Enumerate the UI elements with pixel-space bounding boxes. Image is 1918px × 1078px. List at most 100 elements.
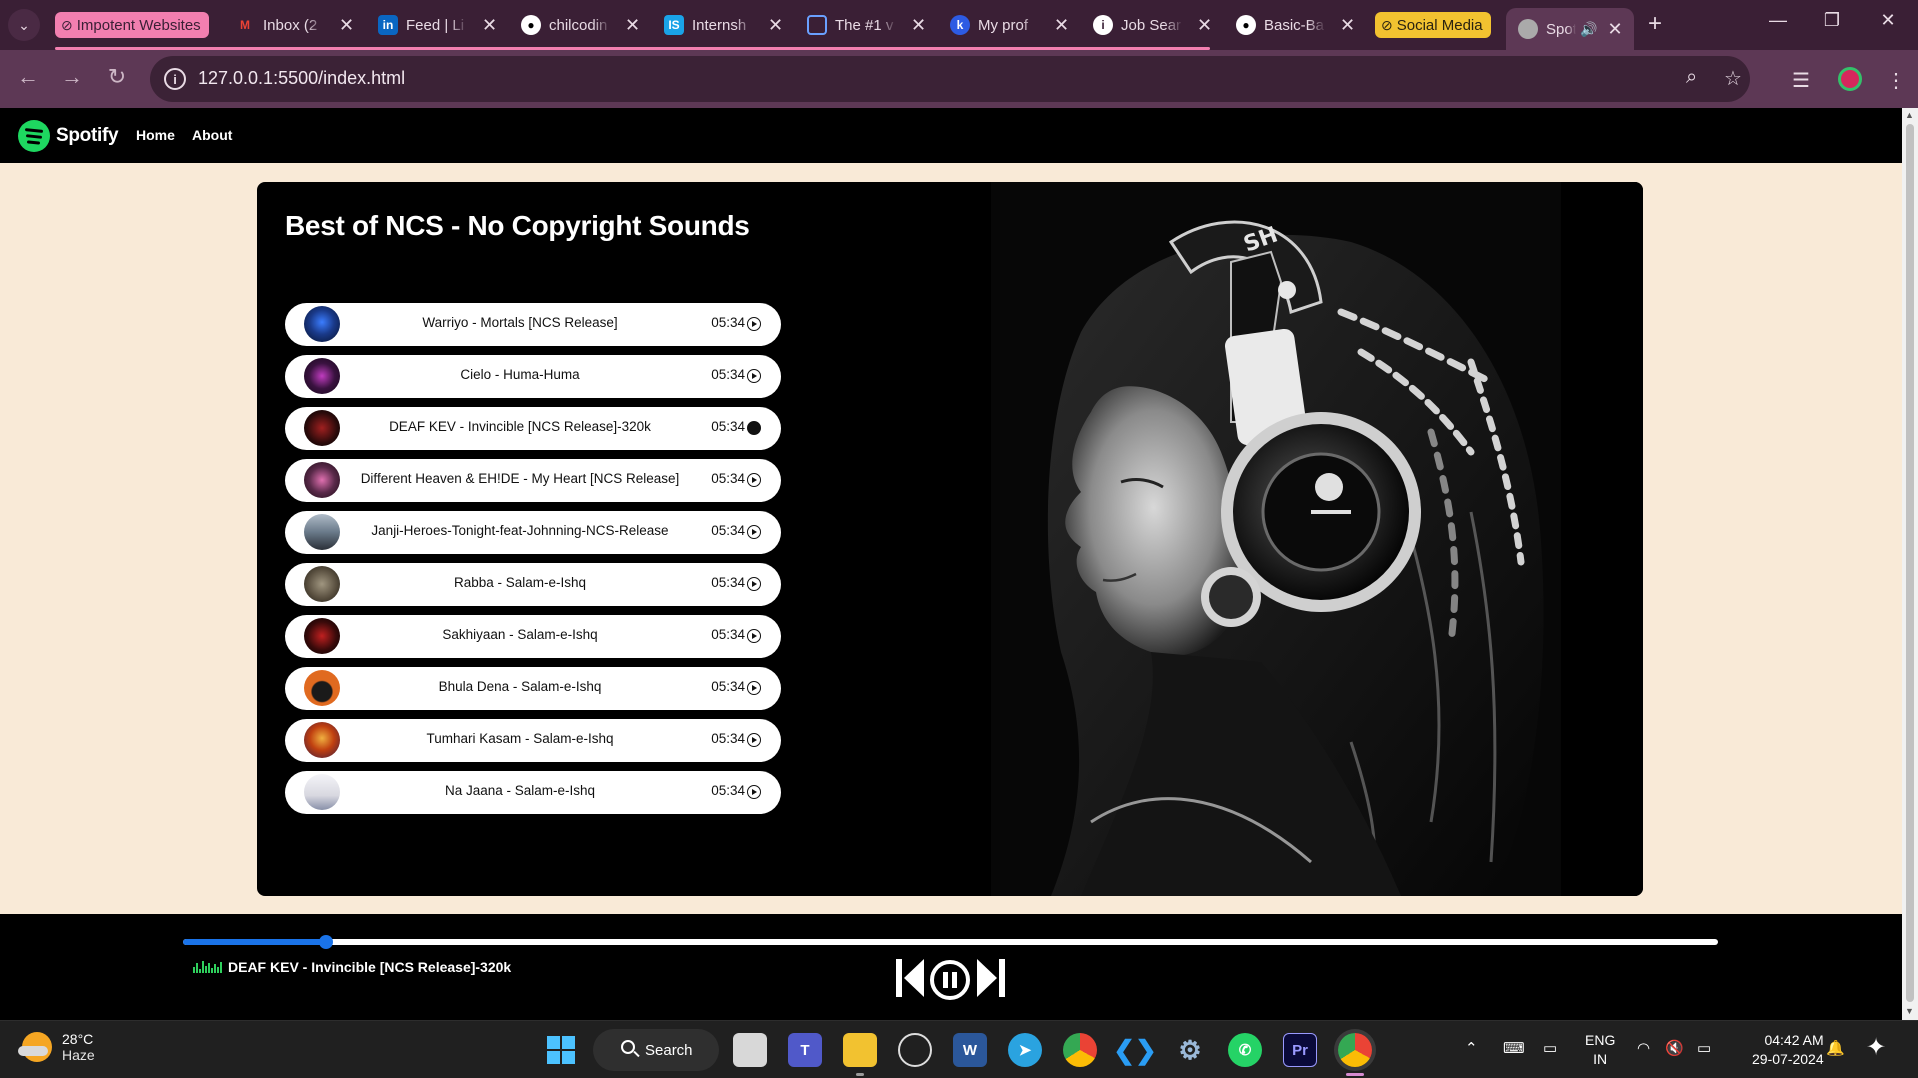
weather-widget[interactable]: 28°C Haze: [18, 1031, 95, 1063]
song-item[interactable]: Rabba - Salam-e-Ishq 05:34: [285, 563, 781, 606]
play-circle-icon[interactable]: [747, 317, 761, 331]
play-circle-icon[interactable]: [747, 681, 761, 695]
reload-button[interactable]: ↻: [101, 64, 133, 90]
battery-icon[interactable]: ▭: [1697, 1039, 1711, 1057]
volume-muted-icon[interactable]: 🔇: [1665, 1039, 1684, 1057]
new-tab-button[interactable]: +: [1648, 10, 1662, 38]
page-scrollbar[interactable]: ▲ ▼: [1902, 108, 1918, 1020]
speaker-icon[interactable]: 🔊: [1580, 21, 1597, 38]
song-item[interactable]: Sakhiyaan - Salam-e-Ishq 05:34: [285, 615, 781, 658]
play-circle-icon[interactable]: [747, 473, 761, 487]
scroll-down-icon[interactable]: ▼: [1905, 1006, 1914, 1016]
vscode-icon[interactable]: ❮❯: [1113, 1033, 1157, 1067]
close-window-button[interactable]: ✕: [1868, 10, 1908, 31]
notification-bell-icon[interactable]: 🔔: [1826, 1039, 1845, 1057]
media-control-icon[interactable]: ☰: [1792, 68, 1810, 93]
tab-group-social-media[interactable]: ⊘ Social Media: [1375, 12, 1491, 38]
file-explorer-icon[interactable]: [843, 1033, 877, 1067]
teams-icon[interactable]: T: [788, 1033, 822, 1067]
tab-gmail[interactable]: M Inbox (2 ✕: [235, 0, 354, 50]
site-info-icon[interactable]: i: [164, 68, 186, 90]
tab-internshala[interactable]: IS Internsh ✕: [664, 0, 783, 50]
telegram-icon[interactable]: ➤: [1008, 1033, 1042, 1067]
restore-button[interactable]: ❐: [1812, 10, 1852, 31]
song-item[interactable]: Different Heaven & EH!DE - My Heart [NCS…: [285, 459, 781, 502]
pause-circle-icon[interactable]: [747, 421, 761, 435]
previous-track-icon[interactable]: [896, 959, 924, 997]
close-icon[interactable]: ✕: [911, 15, 926, 36]
play-circle-icon[interactable]: [747, 369, 761, 383]
bookmark-star-icon[interactable]: ☆: [1724, 66, 1742, 91]
close-icon[interactable]: ✕: [1054, 15, 1069, 36]
tab-search-button[interactable]: ⌄: [8, 9, 40, 41]
windows-start-icon[interactable]: [544, 1033, 578, 1067]
play-circle-icon[interactable]: [747, 525, 761, 539]
song-item[interactable]: Tumhari Kasam - Salam-e-Ishq 05:34: [285, 719, 781, 762]
tab-document[interactable]: The #1 v ✕: [807, 0, 926, 50]
tab-group-impotent-websites[interactable]: ⊘ Impotent Websites: [55, 12, 209, 38]
song-item[interactable]: DEAF KEV - Invincible [NCS Release]-320k…: [285, 407, 781, 450]
wifi-icon[interactable]: ◠: [1637, 1039, 1650, 1057]
language-indicator[interactable]: ENG IN: [1585, 1031, 1615, 1069]
whatsapp-icon[interactable]: ✆: [1228, 1033, 1262, 1067]
close-icon[interactable]: ✕: [1197, 15, 1212, 36]
tab-github-chilcoding[interactable]: ● chilcodin ✕: [521, 0, 640, 50]
address-bar[interactable]: i 127.0.0.1:5500/index.html ⌕ ☆: [150, 56, 1750, 102]
system-clock[interactable]: 04:42 AM 29-07-2024: [1752, 1031, 1824, 1069]
song-item[interactable]: Bhula Dena - Salam-e-Ishq 05:34: [285, 667, 781, 710]
zoom-icon[interactable]: ⌕: [1686, 66, 1697, 89]
song-item[interactable]: Na Jaana - Salam-e-Ishq 05:34: [285, 771, 781, 814]
close-icon[interactable]: ✕: [1607, 19, 1622, 40]
nav-about-link[interactable]: About: [192, 127, 232, 143]
tablet-icon[interactable]: ▭: [1543, 1039, 1557, 1057]
nav-home-link[interactable]: Home: [136, 127, 175, 143]
tab-spotify-active[interactable]: Spot 🔊 ✕: [1506, 8, 1634, 50]
chrome-icon[interactable]: [1063, 1033, 1097, 1067]
keyboard-icon[interactable]: ⌨: [1503, 1039, 1525, 1057]
close-icon[interactable]: ✕: [1340, 15, 1355, 36]
link-icon: ⊘: [61, 16, 73, 33]
settings-gear-icon[interactable]: ⚙: [1173, 1033, 1207, 1067]
close-icon[interactable]: ✕: [339, 15, 354, 36]
progress-knob[interactable]: [318, 935, 333, 949]
playlist-title: Best of NCS - No Copyright Sounds: [285, 210, 750, 241]
play-circle-icon[interactable]: [747, 629, 761, 643]
forward-button[interactable]: →: [56, 64, 88, 90]
tab-github-basic[interactable]: ● Basic-Ba ✕: [1236, 0, 1355, 50]
tab-job-search[interactable]: i Job Sear ✕: [1093, 0, 1212, 50]
play-circle-icon[interactable]: [747, 785, 761, 799]
song-item[interactable]: Janji-Heroes-Tonight-feat-Johnning-NCS-R…: [285, 511, 781, 554]
song-cover: [304, 566, 340, 602]
close-icon[interactable]: ✕: [482, 15, 497, 36]
song-item[interactable]: Cielo - Huma-Huma 05:34: [285, 355, 781, 398]
back-button[interactable]: ←: [12, 64, 44, 90]
taskbar-search[interactable]: Search: [593, 1029, 719, 1071]
play-circle-icon[interactable]: [747, 577, 761, 591]
song-cover: [304, 358, 340, 394]
scrollbar-thumb[interactable]: [1906, 124, 1914, 1002]
next-track-icon[interactable]: [977, 959, 1005, 997]
song-item[interactable]: Warriyo - Mortals [NCS Release] 05:34: [285, 303, 781, 346]
close-icon[interactable]: ✕: [768, 15, 783, 36]
word-icon[interactable]: W: [953, 1033, 987, 1067]
tab-linkedin[interactable]: in Feed | Li ✕: [378, 0, 497, 50]
profile-site-icon: k: [950, 15, 970, 35]
premiere-pro-icon[interactable]: Pr: [1283, 1033, 1317, 1067]
close-icon[interactable]: ✕: [625, 15, 640, 36]
copilot-icon[interactable]: ✦: [1866, 1033, 1886, 1062]
scroll-up-icon[interactable]: ▲: [1905, 110, 1914, 120]
obs-icon[interactable]: [898, 1033, 932, 1067]
profile-avatar[interactable]: [1838, 67, 1862, 91]
menu-kebab-icon[interactable]: ⋮: [1886, 68, 1906, 93]
minimize-button[interactable]: —: [1758, 10, 1798, 31]
pause-icon[interactable]: [929, 959, 971, 1001]
task-view-icon[interactable]: [733, 1033, 767, 1067]
song-cover: [304, 618, 340, 654]
tab-my-profile[interactable]: k My prof ✕: [950, 0, 1069, 50]
play-circle-icon[interactable]: [747, 733, 761, 747]
tray-chevron-up-icon[interactable]: ⌃: [1465, 1039, 1478, 1057]
brand[interactable]: Spotify: [18, 120, 119, 152]
chrome-active-icon[interactable]: [1338, 1033, 1372, 1067]
playlist-card: Best of NCS - No Copyright Sounds Warriy…: [257, 182, 1643, 896]
progress-slider[interactable]: [183, 935, 1718, 949]
